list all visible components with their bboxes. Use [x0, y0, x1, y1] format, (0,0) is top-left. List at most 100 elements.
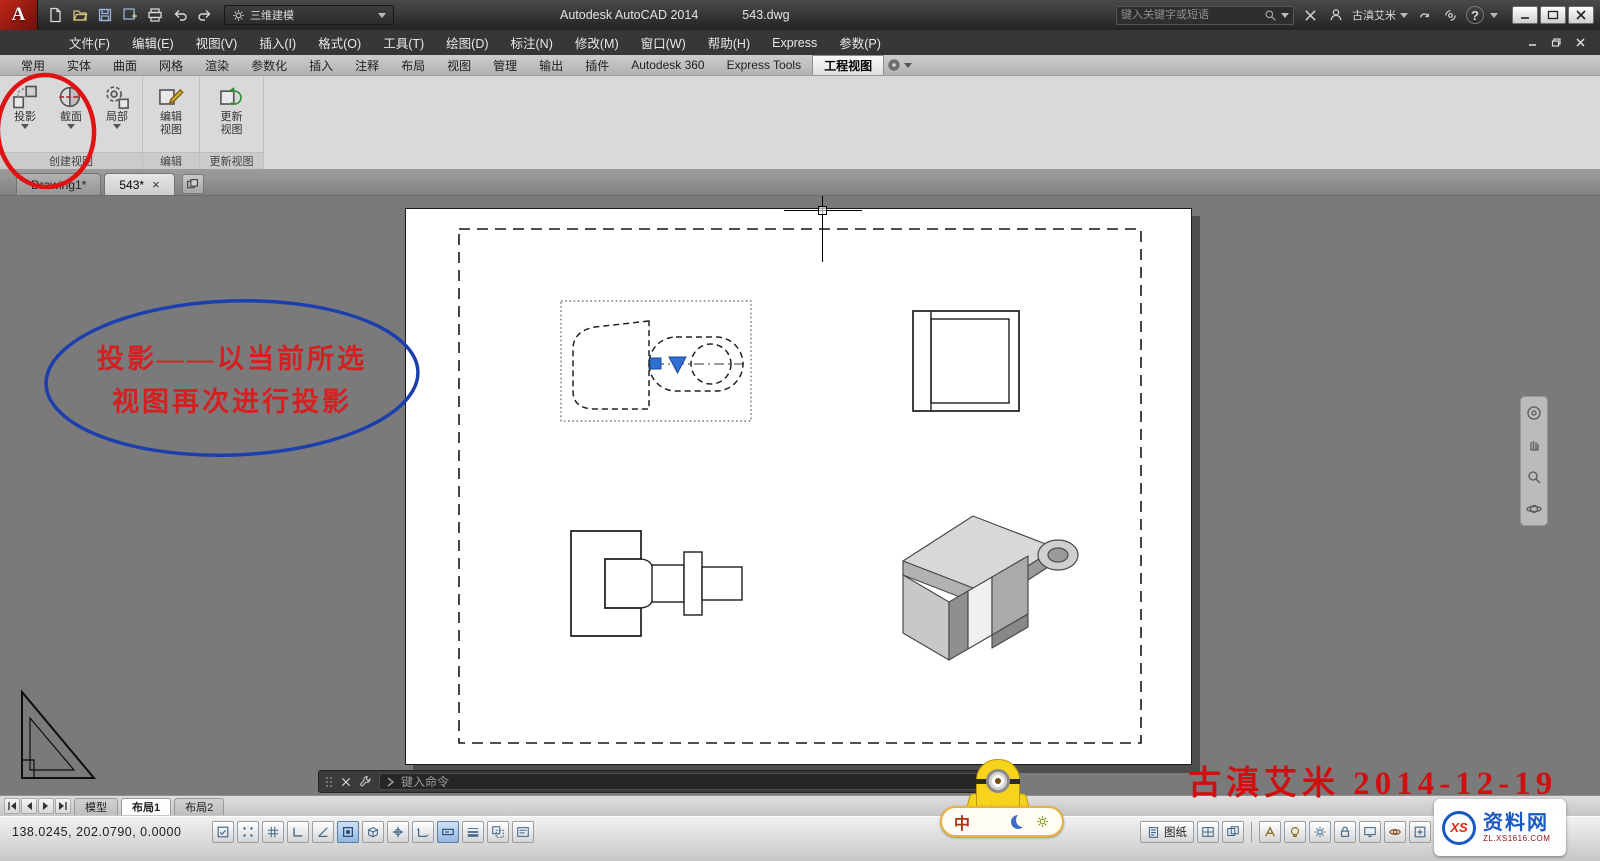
last-layout-button[interactable] [55, 798, 71, 814]
ribbon-tab-express-tools[interactable]: Express Tools [716, 55, 812, 75]
search-icon[interactable] [1264, 9, 1277, 22]
new-drawing-tab-button[interactable] [182, 174, 204, 194]
polar-tracking-toggle[interactable] [312, 821, 334, 843]
ribbon-tab-layout[interactable]: 布局 [390, 55, 436, 75]
menu-window[interactable]: 窗口(W) [630, 30, 697, 55]
ribbon-tab-parametric[interactable]: 参数化 [240, 55, 298, 75]
dynamic-ucs-toggle[interactable] [412, 821, 434, 843]
layout-paper[interactable] [405, 208, 1192, 765]
menu-dimension[interactable]: 标注(N) [500, 30, 564, 55]
menu-edit[interactable]: 编辑(E) [121, 30, 185, 55]
plot-button[interactable] [144, 4, 166, 26]
communication-center-icon[interactable] [1440, 5, 1460, 25]
detail-split-chevron-icon[interactable] [113, 124, 121, 129]
orbit-icon[interactable] [1526, 501, 1542, 517]
menu-modify[interactable]: 修改(M) [564, 30, 630, 55]
moon-mode-icon[interactable] [1011, 815, 1025, 829]
steering-wheel-icon[interactable] [1526, 405, 1542, 421]
user-account-chip[interactable]: 古滇艾米 [1352, 7, 1408, 23]
menu-format[interactable]: 格式(O) [307, 30, 372, 55]
object-snap-tracking-toggle[interactable] [387, 821, 409, 843]
sign-in-icon[interactable] [1326, 5, 1346, 25]
ribbon-tab-engineering-view[interactable]: 工程视图 [812, 55, 884, 75]
new-file-button[interactable] [44, 4, 66, 26]
ribbon-tab-manage[interactable]: 管理 [482, 55, 528, 75]
isolate-objects-button[interactable] [1384, 821, 1406, 843]
ribbon-tab-surface[interactable]: 曲面 [102, 55, 148, 75]
ribbon-tab-autodesk-360[interactable]: Autodesk 360 [620, 55, 715, 75]
file-tab-drawing1[interactable]: Drawing1* [16, 173, 101, 195]
command-line-bar[interactable]: 键入命令 [318, 770, 1018, 793]
lineweight-toggle[interactable] [462, 821, 484, 843]
close-button[interactable] [1568, 6, 1594, 24]
section-split-chevron-icon[interactable] [67, 124, 75, 129]
menu-tools[interactable]: 工具(T) [372, 30, 435, 55]
maximize-button[interactable] [1540, 6, 1566, 24]
navigation-bar[interactable] [1520, 396, 1548, 526]
ribbon-tab-output[interactable]: 输出 [528, 55, 574, 75]
command-close-icon[interactable] [340, 776, 352, 788]
edit-view-button[interactable]: 编辑 视图 [150, 80, 192, 138]
tab-layout1[interactable]: 布局1 [121, 798, 171, 815]
doc-minimize-icon[interactable] [1522, 34, 1542, 52]
ribbon-tab-home[interactable]: 常用 [10, 55, 56, 75]
quick-view-layouts-button[interactable] [1197, 821, 1219, 843]
ribbon-tab-add-ins[interactable]: 插件 [574, 55, 620, 75]
ribbon-tab-solid[interactable]: 实体 [56, 55, 102, 75]
ribbon-minimize-button[interactable] [884, 55, 914, 75]
pan-hand-icon[interactable] [1526, 437, 1542, 453]
grid-display-toggle[interactable] [262, 821, 284, 843]
application-menu-button[interactable]: A [0, 0, 38, 30]
doc-restore-icon[interactable] [1546, 34, 1566, 52]
menu-insert[interactable]: 插入(I) [248, 30, 307, 55]
menu-help[interactable]: 帮助(H) [697, 30, 761, 55]
section-button[interactable]: 截面 [50, 80, 92, 130]
doc-close-icon[interactable] [1570, 34, 1590, 52]
undo-button[interactable] [169, 4, 191, 26]
open-file-button[interactable] [69, 4, 91, 26]
file-tab-543[interactable]: 543* × [104, 173, 174, 195]
projection-button[interactable]: 投影 [4, 80, 46, 130]
file-tab-close-icon[interactable]: × [152, 178, 160, 191]
help-menu-chevron-icon[interactable] [1490, 13, 1498, 18]
search-input[interactable] [1121, 9, 1260, 21]
panel-label-edit[interactable]: 编辑 [143, 152, 199, 169]
quick-properties-toggle[interactable] [512, 821, 534, 843]
save-as-button[interactable] [119, 4, 141, 26]
menu-view[interactable]: 视图(V) [185, 30, 249, 55]
transparency-toggle[interactable] [487, 821, 509, 843]
snap-mode-toggle[interactable] [237, 821, 259, 843]
customize-wrench-icon[interactable] [359, 775, 372, 788]
search-scope-chevron-icon[interactable] [1281, 13, 1289, 18]
ribbon-tab-render[interactable]: 渲染 [194, 55, 240, 75]
redo-button[interactable] [194, 4, 216, 26]
next-layout-button[interactable] [38, 798, 54, 814]
annotation-scale-button[interactable] [1259, 821, 1281, 843]
tab-layout2[interactable]: 布局2 [174, 798, 224, 815]
exchange-apps-icon[interactable] [1300, 5, 1320, 25]
dynamic-input-toggle[interactable] [437, 821, 459, 843]
zoom-icon[interactable] [1526, 469, 1542, 485]
infer-constraints-toggle[interactable] [212, 821, 234, 843]
tab-model[interactable]: 模型 [74, 798, 118, 815]
previous-layout-button[interactable] [21, 798, 37, 814]
help-search-box[interactable] [1116, 6, 1294, 25]
panel-label-update-view[interactable]: 更新视图 [200, 152, 263, 169]
projection-split-chevron-icon[interactable] [21, 124, 29, 129]
first-layout-button[interactable] [4, 798, 20, 814]
object-snap-toggle[interactable] [337, 821, 359, 843]
help-button[interactable]: ? [1466, 6, 1484, 24]
workspace-switcher-dropdown[interactable]: 三维建模 [224, 5, 394, 25]
lock-ui-button[interactable] [1334, 821, 1356, 843]
menu-parametric[interactable]: 参数(P) [828, 30, 892, 55]
menu-file[interactable]: 文件(F) [58, 30, 121, 55]
detail-button[interactable]: 局部 [96, 80, 138, 130]
panel-label-create-view[interactable]: 创建视图 [0, 152, 142, 169]
clean-screen-button[interactable] [1409, 821, 1431, 843]
command-drag-grip[interactable] [325, 775, 333, 789]
3d-object-snap-toggle[interactable] [362, 821, 384, 843]
ribbon-tab-annotate[interactable]: 注释 [344, 55, 390, 75]
drawing-canvas[interactable]: 投影——以当前所选 视图再次进行投影 键入命令 [0, 196, 1600, 795]
update-view-button[interactable]: 更新 视图 [211, 80, 253, 138]
menu-draw[interactable]: 绘图(D) [435, 30, 499, 55]
